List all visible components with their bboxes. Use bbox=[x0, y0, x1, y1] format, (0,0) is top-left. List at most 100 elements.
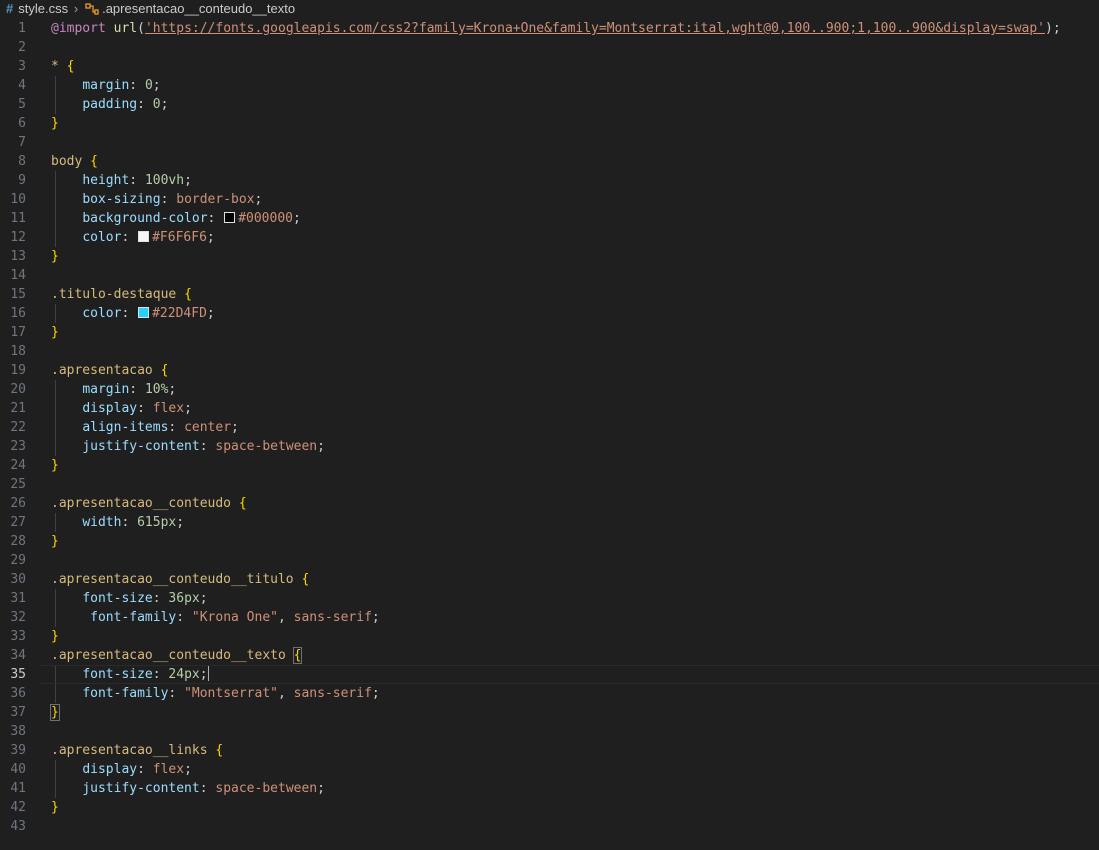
line-number: 35 bbox=[10, 667, 26, 682]
line-source: } bbox=[50, 703, 60, 722]
line-number: 9 bbox=[18, 173, 26, 188]
code-line[interactable]: 14 bbox=[0, 266, 1099, 285]
code-token: ; bbox=[168, 382, 177, 397]
code-line[interactable]: 33} bbox=[0, 627, 1099, 646]
line-number: 25 bbox=[10, 477, 26, 492]
code-token: #F6F6F6 bbox=[152, 230, 207, 245]
breadcrumb-file[interactable]: style.css bbox=[18, 1, 68, 16]
code-line[interactable]: 18 bbox=[0, 342, 1099, 361]
color-swatch[interactable] bbox=[138, 231, 150, 242]
line-source: .apresentacao__conteudo__texto { bbox=[51, 646, 303, 665]
code-token: font-family bbox=[90, 610, 177, 625]
code-line[interactable]: 20 margin: 10%; bbox=[0, 380, 1099, 399]
code-line[interactable]: 30 .apresentacao__conteudo__titulo { bbox=[0, 570, 1099, 589]
line-source: @import url('https://fonts.googleapis.co… bbox=[51, 19, 1061, 38]
color-swatch[interactable] bbox=[138, 307, 150, 318]
code-line[interactable]: 19 .apresentacao { bbox=[0, 361, 1099, 380]
line-source: .apresentacao__conteudo__titulo { bbox=[51, 570, 309, 589]
line-number: 32 bbox=[10, 610, 26, 625]
code-token: font-size bbox=[82, 591, 153, 606]
code-editor[interactable]: # style.css › .apresentacao__conteudo__t… bbox=[0, 0, 1099, 850]
code-line[interactable]: 28} bbox=[0, 532, 1099, 551]
code-line[interactable]: 2 bbox=[0, 38, 1099, 57]
code-line[interactable]: 38 bbox=[0, 722, 1099, 741]
line-number: 40 bbox=[10, 762, 26, 777]
code-token: color bbox=[82, 306, 122, 321]
code-line[interactable]: 27 width: 615px; bbox=[0, 513, 1099, 532]
code-line[interactable]: 23 justify-content: space-between; bbox=[0, 437, 1099, 456]
code-line[interactable]: 17} bbox=[0, 323, 1099, 342]
line-number: 28 bbox=[10, 534, 26, 549]
code-line[interactable]: 4 margin: 0; bbox=[0, 76, 1099, 95]
line-source: display: flex; bbox=[51, 760, 192, 779]
line-source: margin: 0; bbox=[51, 76, 160, 95]
code-token: * bbox=[51, 59, 59, 74]
code-token: ; bbox=[293, 211, 301, 226]
code-line[interactable]: 24} bbox=[0, 456, 1099, 475]
code-line[interactable]: 8 body { bbox=[0, 152, 1099, 171]
line-number: 36 bbox=[10, 686, 26, 701]
code-line[interactable]: 16 color: #22D4FD; bbox=[0, 304, 1099, 323]
code-line[interactable]: 21 display: flex; bbox=[0, 399, 1099, 418]
code-line[interactable]: 11 background-color: #000000; bbox=[0, 209, 1099, 228]
code-token: sans-serif bbox=[293, 610, 372, 625]
code-line[interactable]: 13} bbox=[0, 247, 1099, 266]
code-token: : bbox=[168, 420, 185, 435]
line-number: 15 bbox=[10, 287, 26, 302]
code-token: margin bbox=[82, 78, 130, 93]
code-token: : bbox=[160, 192, 177, 207]
code-line[interactable]: 15 .titulo-destaque { bbox=[0, 285, 1099, 304]
line-number: 37 bbox=[10, 705, 26, 720]
code-line[interactable]: 22 align-items: center; bbox=[0, 418, 1099, 437]
code-line[interactable]: 36 font-family: "Montserrat", sans-serif… bbox=[0, 684, 1099, 703]
breadcrumb-symbol[interactable]: .apresentacao__conteudo__texto bbox=[102, 1, 295, 16]
code-line[interactable]: 3 * { bbox=[0, 57, 1099, 76]
code-line[interactable]: 5 padding: 0; bbox=[0, 95, 1099, 114]
code-line[interactable]: 9 height: 100vh; bbox=[0, 171, 1099, 190]
code-line[interactable]: 34 .apresentacao__conteudo__texto { bbox=[0, 646, 1099, 665]
code-line[interactable]: 39 .apresentacao__links { bbox=[0, 741, 1099, 760]
code-line[interactable]: 42} bbox=[0, 798, 1099, 817]
line-source: margin: 10%; bbox=[51, 380, 176, 399]
line-source: } bbox=[51, 627, 59, 646]
code-token: } bbox=[51, 800, 59, 815]
code-token: } bbox=[51, 325, 59, 340]
line-number: 42 bbox=[10, 800, 26, 815]
code-line[interactable]: 7 bbox=[0, 133, 1099, 152]
code-line[interactable]: 40 display: flex; bbox=[0, 760, 1099, 779]
code-line[interactable]: 37} bbox=[0, 703, 1099, 722]
color-swatch[interactable] bbox=[224, 212, 236, 223]
line-source: } bbox=[51, 532, 59, 551]
code-token: { bbox=[184, 287, 192, 302]
code-line[interactable]: 26 .apresentacao__conteudo { bbox=[0, 494, 1099, 513]
code-line[interactable]: 32 font-family: "Krona One", sans-serif; bbox=[0, 608, 1099, 627]
code-line[interactable]: 31 font-size: 36px; bbox=[0, 589, 1099, 608]
code-line[interactable]: 41 justify-content: space-between; bbox=[0, 779, 1099, 798]
code-line[interactable]: 12 color: #F6F6F6; bbox=[0, 228, 1099, 247]
code-lines[interactable]: 1 @import url('https://fonts.googleapis.c… bbox=[0, 19, 1099, 836]
code-token: , bbox=[277, 686, 294, 701]
code-line[interactable]: 35 font-size: 24px; bbox=[0, 665, 1099, 684]
code-line[interactable]: 1 @import url('https://fonts.googleapis.c… bbox=[0, 19, 1099, 38]
code-line[interactable]: 29 bbox=[0, 551, 1099, 570]
code-token: margin bbox=[82, 382, 130, 397]
code-token: .apresentacao bbox=[51, 363, 153, 378]
line-source: padding: 0; bbox=[51, 95, 168, 114]
line-number: 39 bbox=[10, 743, 26, 758]
code-token: ; bbox=[206, 306, 215, 321]
code-line[interactable]: 10 box-sizing: border-box; bbox=[0, 190, 1099, 209]
code-line[interactable]: 6} bbox=[0, 114, 1099, 133]
chevron-right-icon: › bbox=[73, 1, 79, 16]
code-token: 10% bbox=[144, 382, 169, 397]
code-line[interactable]: 25 bbox=[0, 475, 1099, 494]
code-line[interactable]: 43 bbox=[0, 817, 1099, 836]
